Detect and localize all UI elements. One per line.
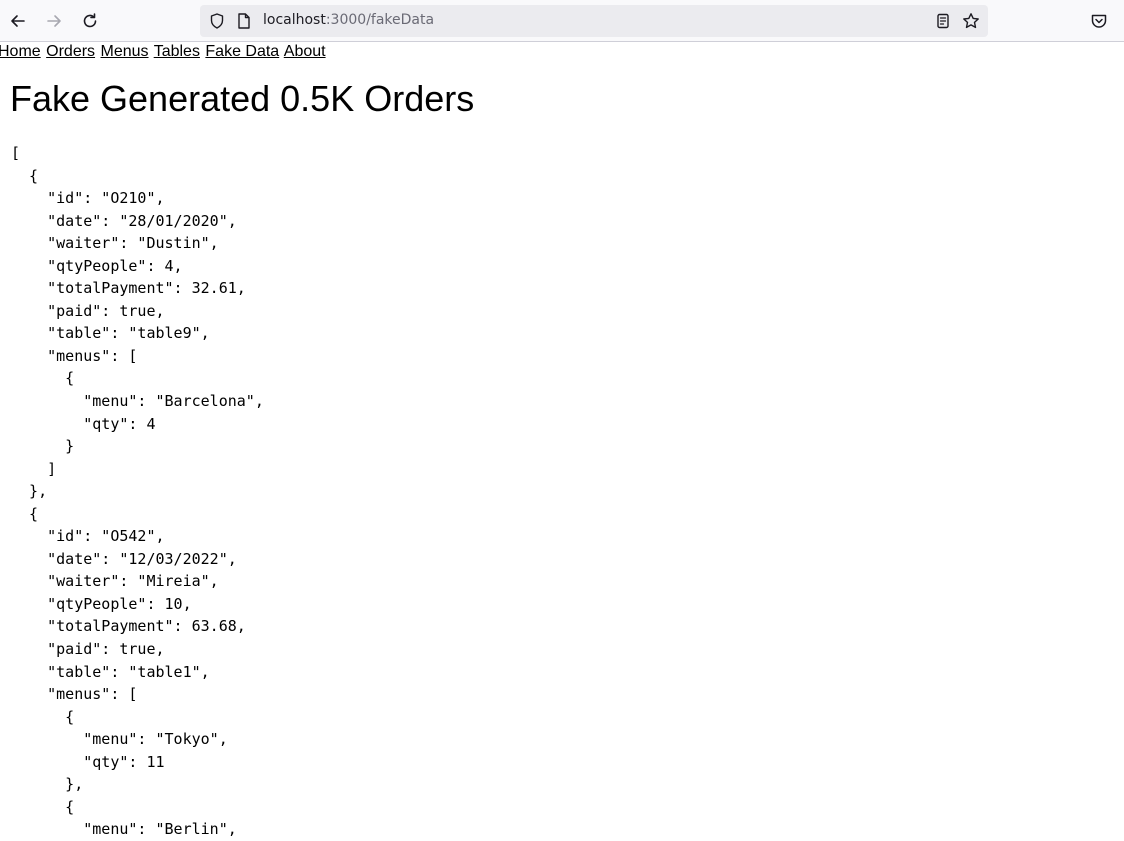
json-line: },: [11, 775, 84, 794]
forward-button[interactable]: [41, 8, 67, 34]
json-line: "menu": "Barcelona",: [11, 392, 264, 411]
star-icon[interactable]: [962, 12, 980, 30]
url-host: localhost: [263, 12, 326, 28]
main-nav: Home Orders Menus Tables Fake Data About: [0, 43, 327, 61]
url-path: :3000/fakeData: [325, 12, 435, 28]
reload-button[interactable]: [77, 8, 103, 34]
json-line: "table": "table1",: [11, 662, 210, 681]
json-line: "totalPayment": 32.61,: [11, 279, 246, 298]
json-line: "paid": true,: [11, 301, 165, 320]
json-line: "date": "12/03/2022",: [11, 549, 237, 568]
json-line: ]: [11, 459, 57, 478]
json-line: "qtyPeople": 10,: [11, 594, 192, 613]
json-line: "menu": "Berlin",: [11, 820, 237, 839]
url-text[interactable]: localhost:3000/fakeData: [263, 12, 434, 28]
json-line: {: [11, 369, 75, 388]
back-arrow-icon: [11, 15, 25, 27]
json-line: {: [11, 707, 75, 726]
json-line: "menus": [: [11, 685, 138, 704]
json-line: "id": "O542",: [11, 527, 165, 546]
shield-icon[interactable]: [208, 12, 226, 30]
json-line: "qty": 4: [11, 414, 156, 433]
json-line: "menu": "Tokyo",: [11, 730, 228, 749]
nav-link-about[interactable]: About: [284, 43, 326, 60]
json-line: "totalPayment": 63.68,: [11, 617, 246, 636]
json-line: "paid": true,: [11, 640, 165, 659]
back-button[interactable]: [5, 8, 31, 34]
reload-icon: [83, 13, 97, 28]
json-line: "qty": 11: [11, 752, 165, 771]
json-line: "id": "O210",: [11, 189, 165, 208]
json-line: },: [11, 482, 48, 501]
json-line: "waiter": "Dustin",: [11, 234, 219, 253]
nav-link-home[interactable]: Home: [0, 43, 41, 60]
json-line: }: [11, 437, 75, 456]
address-bar[interactable]: localhost:3000/fakeData: [200, 5, 988, 37]
nav-link-orders[interactable]: Orders: [46, 43, 95, 60]
pocket-button[interactable]: [1086, 8, 1112, 34]
pocket-icon: [1091, 14, 1107, 28]
json-line: {: [11, 504, 39, 523]
json-line: {: [11, 166, 39, 185]
page-icon[interactable]: [235, 12, 253, 30]
json-line: [: [11, 144, 21, 162]
json-line: "menus": [: [11, 346, 138, 365]
nav-link-fake-data[interactable]: Fake Data: [205, 43, 279, 60]
json-line: "table": "table9",: [11, 324, 210, 343]
nav-link-menus[interactable]: Menus: [101, 43, 149, 60]
json-line: "waiter": "Mireia",: [11, 572, 219, 591]
page-title: Fake Generated 0.5K Orders: [10, 78, 475, 119]
json-output: [ { "id": "O210", "date": "28/01/2020", …: [11, 142, 264, 841]
browser-toolbar: localhost:3000/fakeData: [0, 0, 1124, 42]
json-line: "date": "28/01/2020",: [11, 211, 237, 230]
reader-view-icon[interactable]: [934, 12, 952, 30]
json-line: {: [11, 797, 75, 816]
forward-arrow-icon: [47, 15, 61, 27]
json-line: "qtyPeople": 4,: [11, 256, 183, 275]
nav-link-tables[interactable]: Tables: [154, 43, 200, 60]
